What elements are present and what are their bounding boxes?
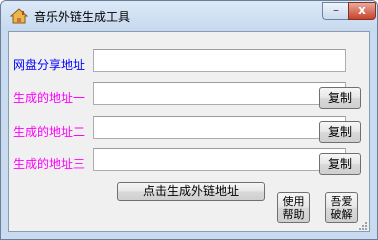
resize-grip-icon[interactable] xyxy=(357,220,367,230)
link3-label: 生成的地址三 xyxy=(13,157,86,171)
minimize-icon: – xyxy=(333,3,339,17)
link1-label: 生成的地址一 xyxy=(13,91,86,105)
window-title: 音乐外链生成工具 xyxy=(34,10,131,24)
help-button[interactable]: 使用 帮助 xyxy=(277,192,310,223)
link1-output[interactable] xyxy=(93,82,346,105)
copy-link1-button[interactable]: 复制 xyxy=(319,87,361,109)
link3-output[interactable] xyxy=(93,148,346,171)
house-icon xyxy=(10,8,28,24)
52pojie-button[interactable]: 吾爱 破解 xyxy=(325,192,358,223)
minimize-button[interactable]: – xyxy=(322,2,349,20)
link2-output[interactable] xyxy=(93,116,346,139)
close-button[interactable]: x xyxy=(348,2,376,20)
share-url-input[interactable] xyxy=(93,49,346,72)
copy-link2-button[interactable]: 复制 xyxy=(319,121,361,143)
generate-links-button[interactable]: 点击生成外链地址 xyxy=(117,182,265,201)
share-url-label: 网盘分享地址 xyxy=(13,58,86,72)
app-window: 音乐外链生成工具 – x 网盘分享地址 生成的地址一 复制 生成的地址二 复制 … xyxy=(0,0,378,240)
dialog-body: 网盘分享地址 生成的地址一 复制 生成的地址二 复制 生成的地址三 复制 点击生… xyxy=(8,31,370,232)
close-icon: x xyxy=(358,3,366,17)
link2-label: 生成的地址二 xyxy=(13,125,86,139)
title-bar[interactable]: 音乐外链生成工具 – x xyxy=(1,1,377,31)
copy-link3-button[interactable]: 复制 xyxy=(319,153,361,175)
